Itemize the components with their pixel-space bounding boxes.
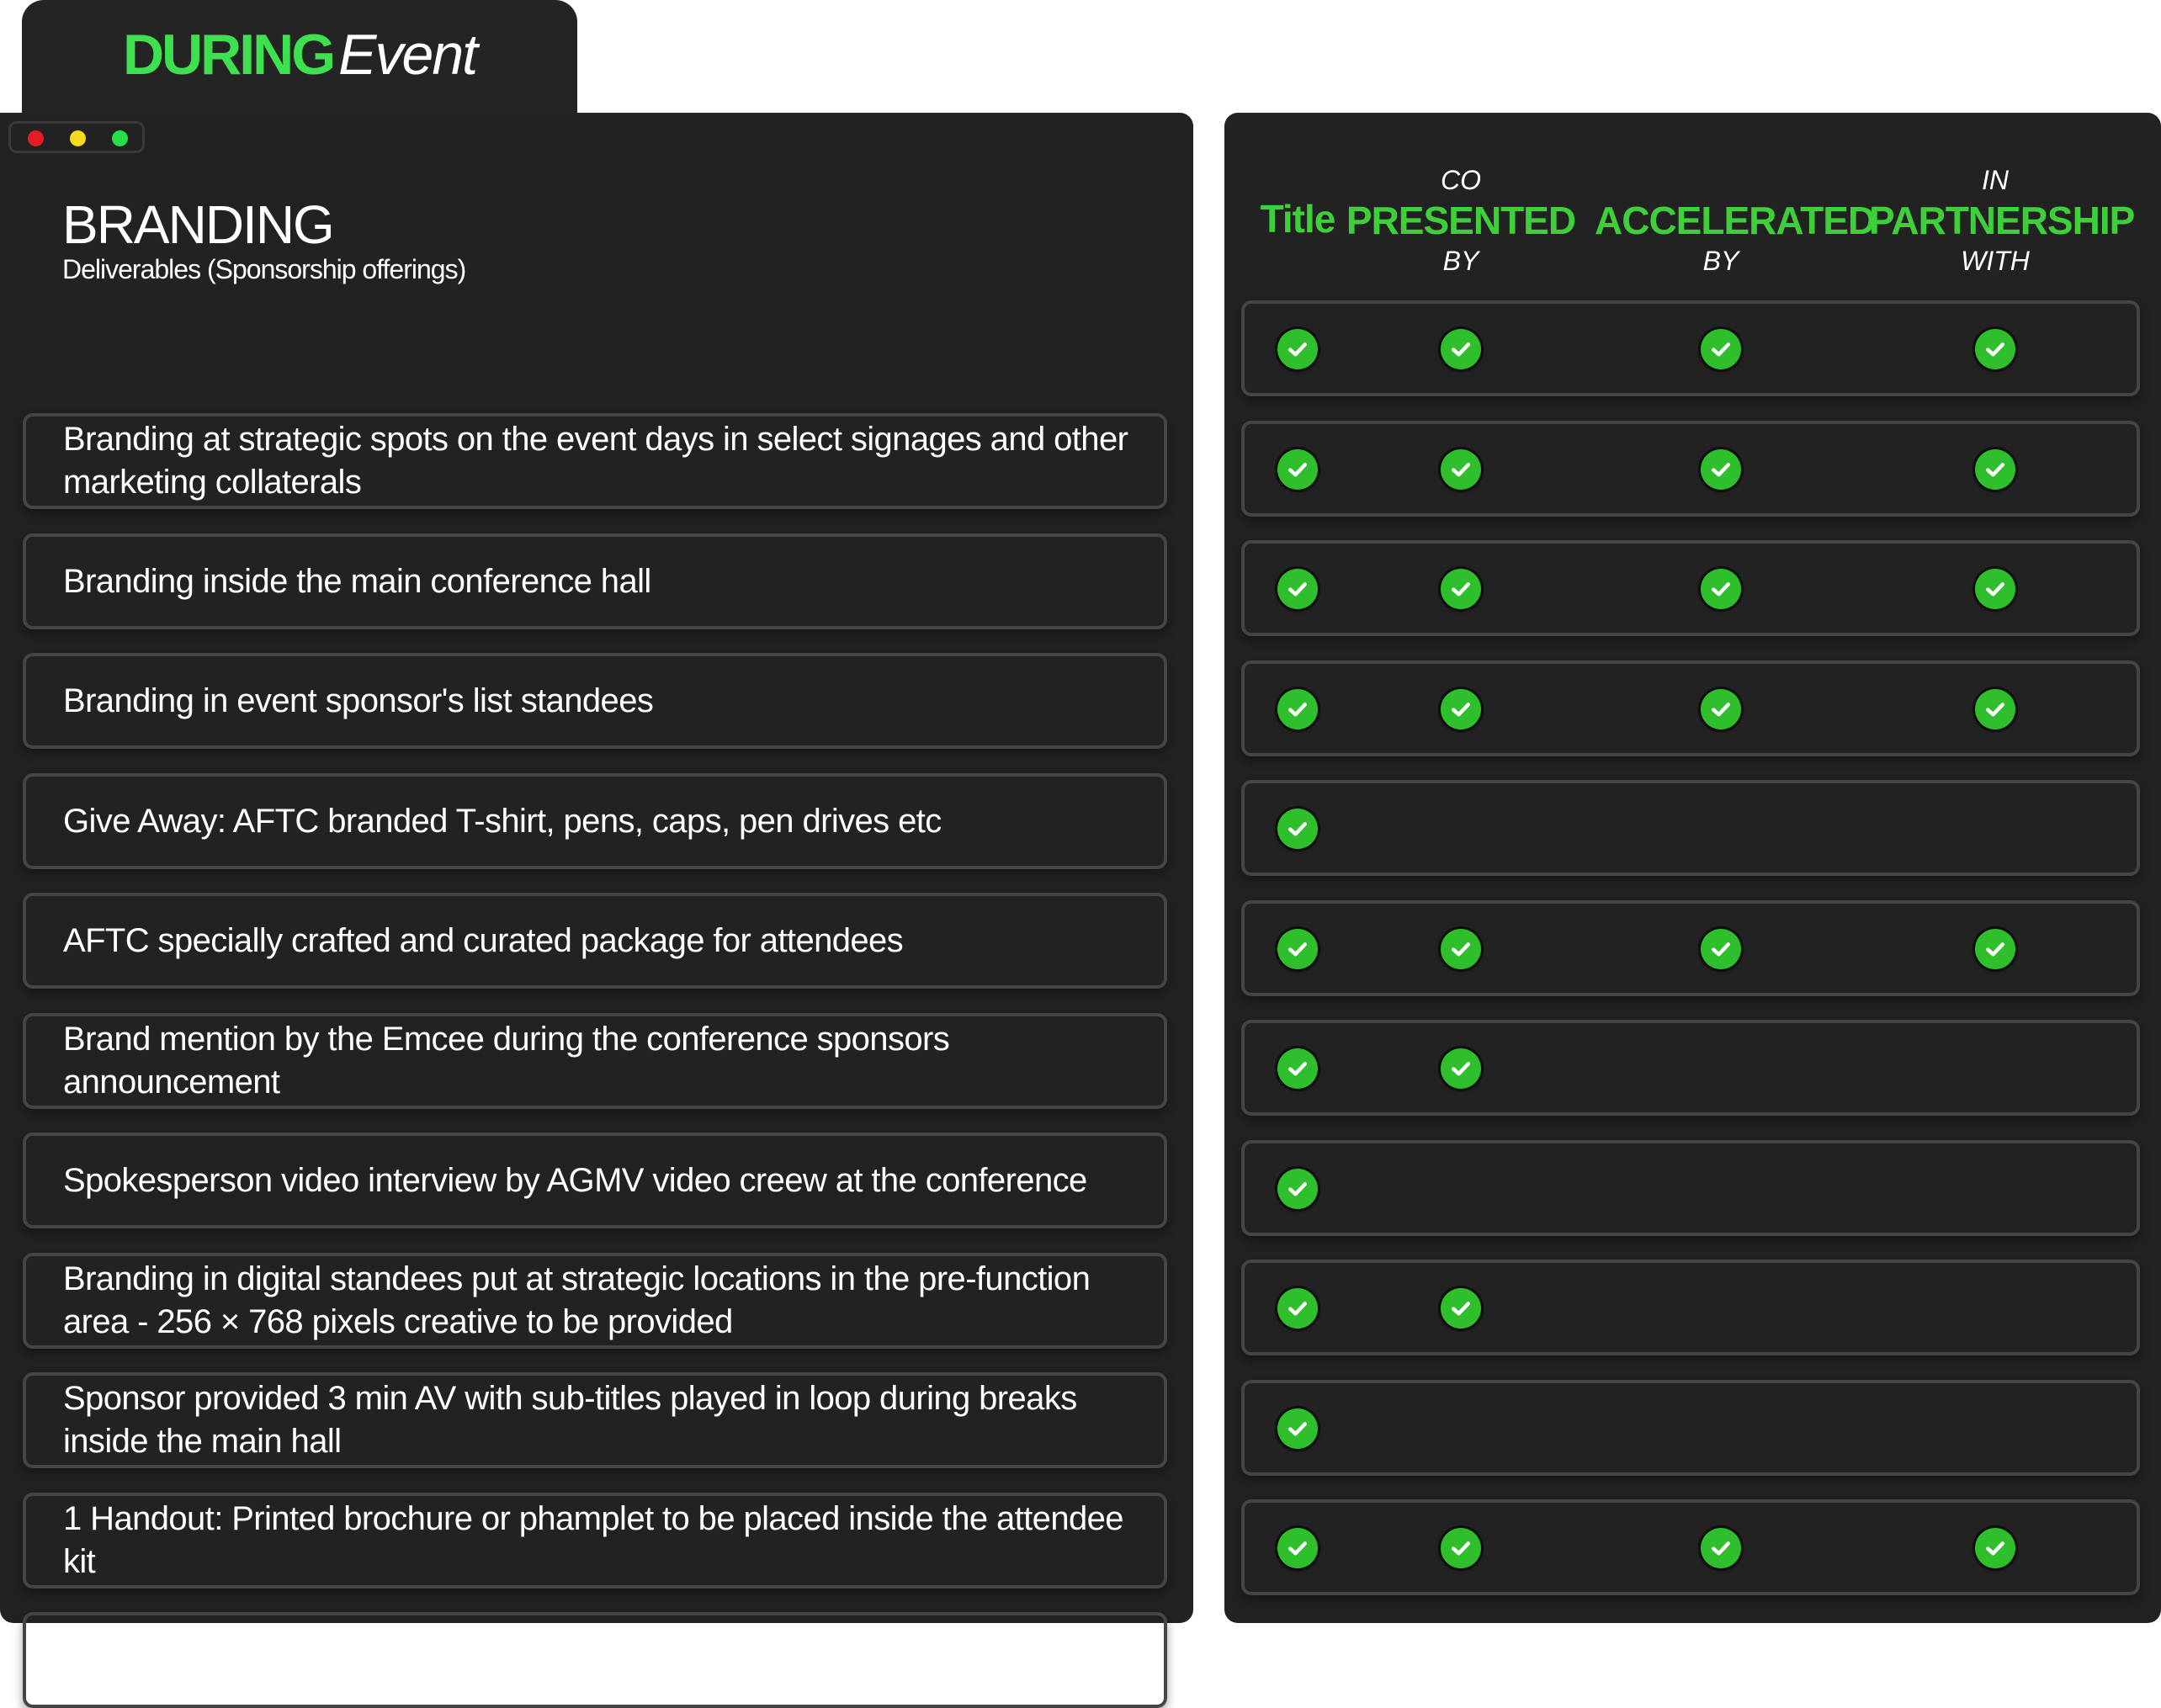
- deliverable-row: Sponsor provided 3 min AV with sub-title…: [23, 1372, 1167, 1468]
- window-controls: [8, 121, 145, 153]
- check-badge-icon: [1277, 689, 1318, 729]
- deliverable-row: AFTC specially crafted and curated packa…: [23, 893, 1167, 989]
- minimize-dot-icon: [70, 130, 86, 146]
- maximize-dot-icon: [112, 130, 128, 146]
- check-badge-icon: [1441, 569, 1481, 609]
- tier-superscript: CO: [1441, 165, 1481, 195]
- check-badge-icon: [1441, 449, 1481, 490]
- check-badge-icon: [1277, 449, 1318, 490]
- check-badge-icon: [1277, 1048, 1318, 1089]
- check-badge-icon: [1277, 809, 1318, 849]
- check-badge-icon: [1975, 449, 2015, 490]
- check-badge-icon: [1277, 1169, 1318, 1209]
- check-badge-icon: [1701, 329, 1741, 369]
- check-badge-icon: [1441, 689, 1481, 729]
- tier-name: ACCELERATED: [1595, 199, 1876, 242]
- check-badge-icon: [1701, 929, 1741, 969]
- tier-check-row: [1241, 300, 2140, 396]
- deliverable-label: Branding in digital standees put at stra…: [63, 1260, 1091, 1340]
- tier-superscript: IN: [1982, 165, 2009, 195]
- check-badge-icon: [1975, 329, 2015, 369]
- deliverable-label: Give Away: AFTC branded T-shirt, pens, c…: [63, 802, 942, 840]
- tier-check-row: [1241, 1380, 2140, 1476]
- tier-header: ACCELERATED BY: [1595, 162, 1876, 279]
- deliverable-row: Live social media message of your speake…: [23, 1612, 1167, 1708]
- tab-title-strong: DURING: [122, 23, 336, 87]
- check-badge-icon: [1701, 449, 1741, 490]
- tier-check-row: [1241, 780, 2140, 876]
- section-tab: DURINGEvent: [22, 0, 577, 126]
- check-badge-icon: [1441, 1528, 1481, 1568]
- tier-header: IN PARTNERSHIP WITH: [1869, 162, 2135, 279]
- section-subtitle: Deliverables (Sponsorship offerings): [62, 254, 466, 284]
- deliverable-row: Branding in event sponsor's list standee…: [23, 653, 1167, 749]
- deliverable-label: Branding in event sponsor's list standee…: [63, 682, 654, 719]
- check-badge-icon: [1975, 689, 2015, 729]
- deliverable-row: Brand mention by the Emcee during the co…: [23, 1013, 1167, 1109]
- check-badge-icon: [1701, 1528, 1741, 1568]
- check-badge-icon: [1441, 1288, 1481, 1329]
- deliverable-row: Give Away: AFTC branded T-shirt, pens, c…: [23, 773, 1167, 869]
- deliverable-label: AFTC specially crafted and curated packa…: [63, 921, 904, 959]
- check-badge-icon: [1277, 569, 1318, 609]
- tier-check-row: [1241, 540, 2140, 636]
- tier-superscript: [1595, 162, 1847, 199]
- deliverables-panel: BRANDING Deliverables (Sponsorship offer…: [0, 113, 1193, 1708]
- check-badge-icon: [1975, 1528, 2015, 1568]
- tier-check-row: [1241, 900, 2140, 996]
- check-badge-icon: [1975, 569, 2015, 609]
- deliverable-label: 1 Handout: Printed brochure or phamplet …: [63, 1500, 1124, 1580]
- tier-check-row: [1241, 660, 2140, 756]
- deliverable-row: Branding in digital standees put at stra…: [23, 1253, 1167, 1349]
- deliverable-label: Branding at strategic spots on the event…: [63, 421, 1128, 501]
- tier-check-row: [1241, 1140, 2140, 1236]
- tier-name: PARTNERSHIP: [1869, 199, 2135, 242]
- tier-check-row: [1241, 1260, 2140, 1355]
- check-badge-icon: [1277, 929, 1318, 969]
- deliverable-label: Brand mention by the Emcee during the co…: [63, 1021, 950, 1101]
- deliverable-label: Branding inside the main conference hall: [63, 562, 651, 600]
- check-badge-icon: [1441, 329, 1481, 369]
- tier-name: PRESENTED: [1346, 199, 1576, 242]
- tier-subscript: BY: [1702, 246, 1739, 276]
- tier-header: CO PRESENTED BY: [1335, 162, 1587, 279]
- tier-check-row: [1241, 1020, 2140, 1116]
- deliverable-label: Spokesperson video interview by AGMV vid…: [63, 1161, 1087, 1199]
- tier-subscript: WITH: [1961, 246, 2030, 276]
- close-dot-icon: [28, 130, 44, 146]
- section-title: BRANDING: [62, 194, 335, 255]
- deliverable-row: Branding inside the main conference hall: [23, 533, 1167, 629]
- check-badge-icon: [1277, 1528, 1318, 1568]
- check-badge-icon: [1277, 1408, 1318, 1449]
- check-badge-icon: [1701, 689, 1741, 729]
- deliverable-row: Spokesperson video interview by AGMV vid…: [23, 1132, 1167, 1228]
- tab-title-italic: Event: [338, 23, 478, 87]
- check-badge-icon: [1441, 929, 1481, 969]
- tier-check-row: [1241, 421, 2140, 517]
- tier-check-row: [1241, 1499, 2140, 1595]
- deliverable-row: Branding at strategic spots on the event…: [23, 413, 1167, 509]
- tiers-panel: Title CO PRESENTED BY ACCELERATED BY IN PARTNER…: [1224, 113, 2161, 1623]
- check-badge-icon: [1975, 929, 2015, 969]
- deliverable-label: Live social media message of your speake…: [63, 1620, 1114, 1700]
- check-badge-icon: [1701, 569, 1741, 609]
- check-badge-icon: [1277, 1288, 1318, 1329]
- check-badge-icon: [1277, 329, 1318, 369]
- tier-subscript: BY: [1442, 246, 1479, 276]
- deliverable-row: 1 Handout: Printed brochure or phamplet …: [23, 1493, 1167, 1589]
- deliverable-label: Sponsor provided 3 min AV with sub-title…: [63, 1380, 1077, 1460]
- check-badge-icon: [1441, 1048, 1481, 1089]
